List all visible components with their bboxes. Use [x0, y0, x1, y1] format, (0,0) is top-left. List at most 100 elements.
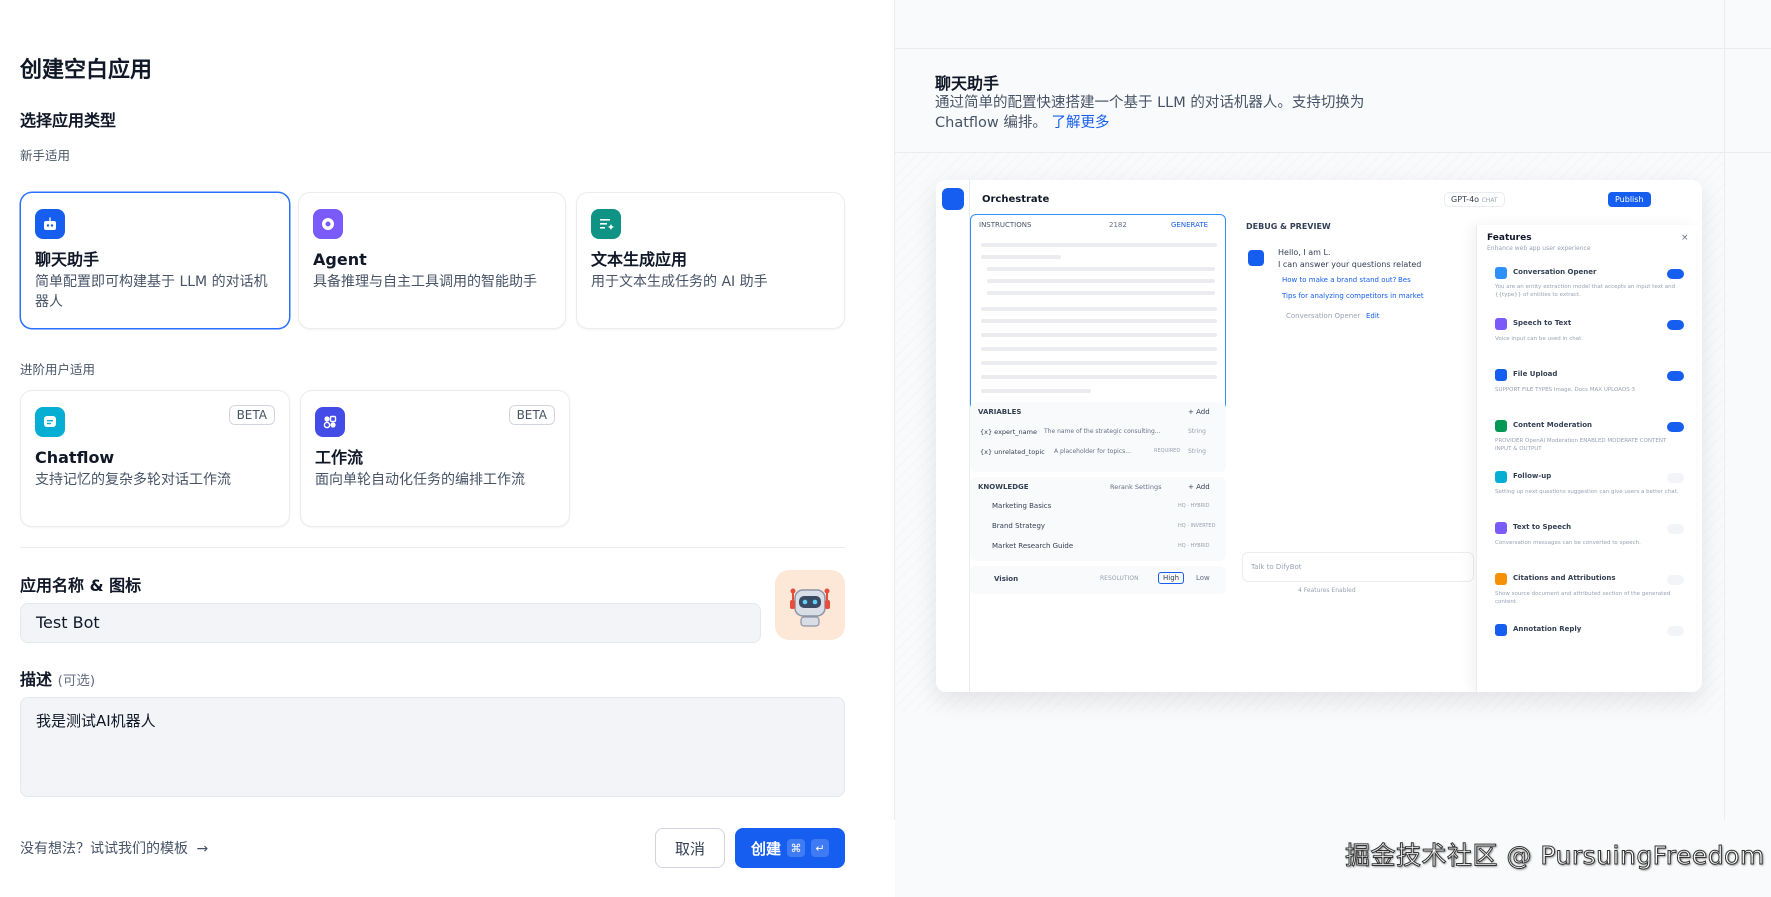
rerank-settings: Rerank Settings — [1110, 483, 1162, 491]
var1-name: {x} expert_name — [980, 428, 1037, 436]
kb-2: Brand Strategy — [992, 522, 1046, 530]
feature-6-desc: Conversation messages can be converted t… — [1495, 540, 1641, 546]
debug-preview-label: DEBUG & PREVIEW — [1246, 222, 1331, 231]
var2-type: String — [1188, 448, 1206, 455]
features-panel: Features Enhance web app user experience… — [1476, 225, 1696, 692]
card-chatflow[interactable]: BETA Chatflow 支持记忆的复杂多轮对话工作流 — [20, 390, 290, 527]
features-title: Features — [1487, 233, 1532, 243]
feature-6: Text to Speech — [1513, 523, 1572, 531]
kb-3-tag: HQ · HYBRID — [1178, 543, 1210, 549]
desc-optional: (可选) — [57, 673, 96, 689]
variables-add: + Add — [1188, 408, 1210, 416]
vision-label: Vision — [994, 575, 1019, 583]
orchestrate-title: Orchestrate — [982, 194, 1050, 205]
feature-5: Follow-up — [1513, 472, 1552, 480]
feature-2-toggle — [1667, 320, 1684, 330]
card-desc: 用于文本生成任务的 AI 助手 — [591, 274, 768, 290]
robot-icon — [790, 588, 830, 627]
beginner-label: 新手适用 — [20, 148, 71, 163]
app-preview-image: Orchestrate GPT-4o CHAT Publish INSTRUCT… — [936, 180, 1702, 692]
card-chat-assistant[interactable]: 聊天助手 简单配置即可构建基于 LLM 的对话机器人 — [20, 192, 290, 329]
template-link[interactable]: 没有想法？试试我们的模板 → — [20, 838, 208, 858]
features-enabled: 4 Features Enabled — [1298, 587, 1356, 594]
app-type-heading: 选择应用类型 — [20, 111, 117, 130]
feature-2: Speech to Text — [1513, 319, 1572, 327]
feature-6-toggle — [1667, 524, 1684, 534]
knowledge-label: KNOWLEDGE — [978, 483, 1029, 491]
kb-1-tag: HQ · HYBRID — [1178, 503, 1210, 509]
citations-icon — [1495, 573, 1507, 585]
var2-desc: A placeholder for topics... — [1054, 448, 1131, 455]
features-sub: Enhance web app user experience — [1487, 245, 1591, 252]
conversation-opener-icon — [1495, 267, 1507, 279]
create-app-panel: 创建空白应用 选择应用类型 新手适用 聊天助手 简单配置即可构建基于 LLM 的… — [0, 0, 895, 897]
divider — [20, 547, 845, 548]
suggested-q1b: Bes — [1398, 276, 1411, 284]
feature-8: Annotation Reply — [1513, 625, 1582, 633]
instructions-label: INSTRUCTIONS — [979, 221, 1032, 229]
create-button[interactable]: 创建 ⌘ ↵ — [735, 828, 845, 868]
card-desc: 面向单轮自动化任务的编排工作流 — [315, 472, 525, 488]
right-grid-line — [1724, 0, 1725, 820]
kb-3: Market Research Guide — [992, 542, 1074, 550]
command-key-icon: ⌘ — [787, 839, 805, 857]
description-textarea[interactable]: 我是测试AI机器人 — [20, 697, 845, 797]
template-link-text: 没有想法？试试我们的模板 — [20, 841, 188, 857]
card-desc: 具备推理与自主工具调用的智能助手 — [313, 274, 537, 290]
arrow-right-icon: → — [196, 841, 209, 857]
preview-nav — [936, 180, 970, 692]
info-desc: 通过简单的配置快速搭建一个基于 LLM 的对话机器人。支持切换为 Chatflo… — [935, 93, 1405, 133]
feature-1-toggle — [1667, 269, 1684, 279]
app-avatar-button[interactable] — [775, 570, 845, 640]
kb-1: Marketing Basics — [992, 502, 1052, 510]
var2-name: {x} unrelated_topic — [980, 448, 1045, 456]
feature-3: File Upload — [1513, 370, 1558, 378]
cancel-button[interactable]: 取消 — [655, 828, 725, 868]
card-title: 文本生成应用 — [591, 250, 688, 269]
card-title: 工作流 — [315, 448, 364, 467]
chat-tag: CHAT — [1481, 197, 1498, 204]
greeting-2: I can answer your questions related — [1278, 260, 1422, 269]
info-title: 聊天助手 — [935, 74, 1000, 93]
suggested-q1: How to make a brand stand out? — [1282, 276, 1397, 284]
edit-link: Edit — [1366, 312, 1380, 320]
publish-button: Publish — [1608, 192, 1651, 207]
kb-2-tag: HQ · INVERTED — [1178, 523, 1216, 529]
app-name-input[interactable]: Test Bot — [20, 603, 761, 643]
variables-label: VARIABLES — [978, 408, 1022, 416]
beta-badge: BETA — [508, 405, 555, 425]
desc-label-text: 描述 — [20, 670, 53, 689]
var2-required: REQUIRED — [1154, 448, 1181, 454]
follow-up-icon — [1495, 471, 1507, 483]
annotation-icon — [1495, 624, 1507, 636]
card-desc: 简单配置即可构建基于 LLM 的对话机器人 — [35, 274, 268, 310]
greeting-1: Hello, I am L. — [1278, 248, 1331, 257]
resolution-high: High — [1158, 572, 1185, 584]
microphone-icon — [1495, 318, 1507, 330]
variables-section: VARIABLES + Add {x} expert_name The name… — [970, 402, 1226, 472]
feature-3-toggle — [1667, 371, 1684, 381]
resolution-label: RESOLUTION — [1100, 575, 1139, 582]
var1-type: String — [1188, 428, 1206, 435]
card-text-generation[interactable]: 文本生成应用 用于文本生成任务的 AI 助手 — [576, 192, 845, 329]
card-title: Agent — [313, 250, 367, 269]
advanced-label: 进阶用户适用 — [20, 362, 96, 377]
feature-5-toggle — [1667, 473, 1684, 483]
beta-badge: BETA — [228, 405, 275, 425]
enter-key-icon: ↵ — [811, 839, 829, 857]
suggested-q2: Tips for analyzing competitors in market — [1282, 292, 1424, 300]
page-title: 创建空白应用 — [20, 58, 153, 83]
vision-section: Vision RESOLUTION High Low — [970, 566, 1226, 594]
learn-more-link[interactable]: 了解更多 — [1051, 115, 1109, 131]
resolution-low: Low — [1196, 574, 1210, 582]
info-desc-text: 通过简单的配置快速搭建一个基于 LLM 的对话机器人。支持切换为 Chatflo… — [935, 95, 1365, 131]
instructions-box: INSTRUCTIONS 2182 GENERATE — [970, 214, 1226, 416]
card-agent[interactable]: Agent 具备推理与自主工具调用的智能助手 — [298, 192, 566, 329]
watermark: 掘金技术社区 @ PursuingFreedom — [1345, 841, 1765, 871]
card-workflow[interactable]: BETA 工作流 面向单轮自动化任务的编排工作流 — [300, 390, 570, 527]
feature-3-desc: SUPPORT FILE TYPES Image, Docs MAX UPLOA… — [1495, 387, 1635, 393]
top-grid-line — [895, 48, 1771, 49]
feature-2-desc: Voice input can be used in chat. — [1495, 336, 1584, 342]
text-generation-icon — [591, 209, 621, 239]
feature-4-toggle — [1667, 422, 1684, 432]
